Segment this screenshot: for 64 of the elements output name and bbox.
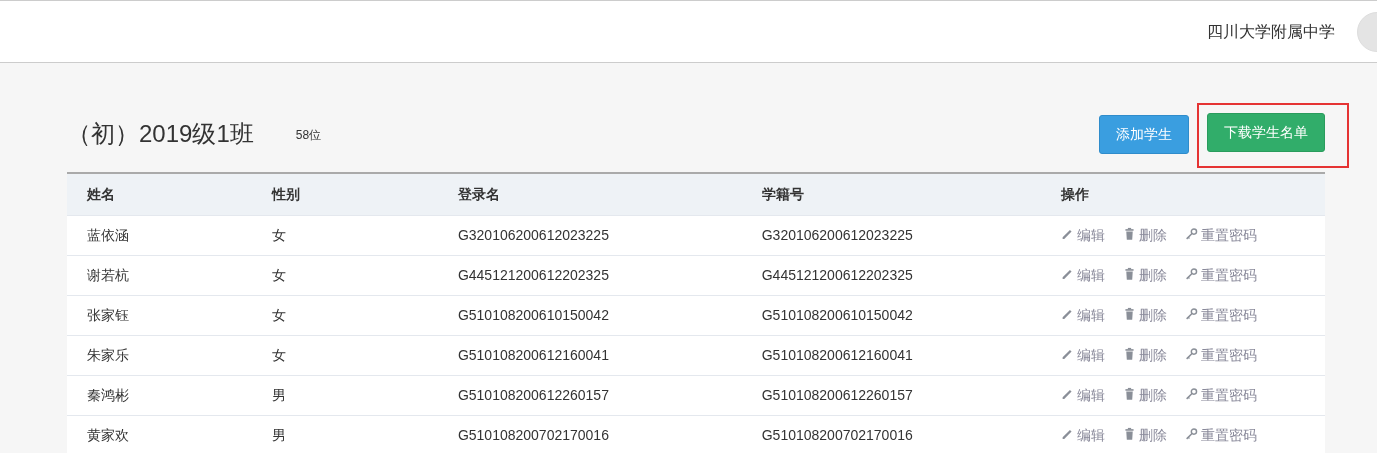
table-cell: 黄家欢 — [67, 415, 252, 453]
key-icon — [1185, 306, 1199, 321]
table-cell: 女 — [251, 215, 438, 255]
page-title: （初）2019级1班 — [67, 120, 254, 149]
delete-link[interactable]: 删除 — [1123, 426, 1168, 443]
trash-icon — [1123, 346, 1137, 361]
delete-link[interactable]: 删除 — [1123, 386, 1168, 403]
table-cell: G510108200702170016 — [437, 415, 742, 453]
table-cell: 男 — [251, 415, 438, 453]
key-icon — [1185, 386, 1199, 401]
delete-link[interactable]: 删除 — [1123, 306, 1168, 323]
edit-link[interactable]: 编辑 — [1061, 226, 1106, 243]
table-cell: G510108200702170016 — [741, 415, 1042, 453]
table-cell: G510108200610150042 — [741, 295, 1042, 335]
student-count: 58位 — [295, 126, 322, 144]
download-button[interactable]: 下载学生名单 — [1207, 113, 1325, 152]
delete-link[interactable]: 删除 — [1123, 226, 1168, 243]
table-cell: 谢若杭 — [67, 255, 252, 295]
trash-icon — [1123, 226, 1137, 241]
table-cell: 蓝依涵 — [67, 215, 252, 255]
edit-link[interactable]: 编辑 — [1061, 346, 1106, 363]
trash-icon — [1123, 426, 1137, 441]
column-header: 操作 — [1041, 173, 1325, 215]
table-cell: G510108200612160041 — [437, 335, 742, 375]
table-cell: 男 — [251, 375, 438, 415]
reset-password-link[interactable]: 重置密码 — [1185, 226, 1258, 243]
trash-icon — [1123, 266, 1137, 281]
table-cell: G445121200612202325 — [437, 255, 742, 295]
delete-link[interactable]: 删除 — [1123, 346, 1168, 363]
table-cell: 女 — [251, 255, 438, 295]
edit-link[interactable]: 编辑 — [1061, 386, 1106, 403]
edit-link[interactable]: 编辑 — [1061, 266, 1106, 283]
reset-password-link[interactable]: 重置密码 — [1185, 346, 1258, 363]
table-cell: G445121200612202325 — [741, 255, 1042, 295]
reset-password-link[interactable]: 重置密码 — [1185, 386, 1258, 403]
column-header: 登录名 — [437, 173, 742, 215]
add-button[interactable]: 添加学生 — [1099, 115, 1189, 154]
key-icon — [1185, 346, 1199, 361]
table-cell: G320106200612023225 — [741, 215, 1042, 255]
table-cell: G510108200610150042 — [437, 295, 742, 335]
reset-password-link[interactable]: 重置密码 — [1185, 306, 1258, 323]
delete-link[interactable]: 删除 — [1123, 266, 1168, 283]
key-icon — [1185, 426, 1199, 441]
trash-icon — [1123, 306, 1137, 321]
table-cell: 女 — [251, 295, 438, 335]
column-header: 性别 — [251, 173, 438, 215]
reset-password-link[interactable]: 重置密码 — [1185, 266, 1258, 283]
key-icon — [1185, 226, 1199, 241]
edit-link[interactable]: 编辑 — [1061, 306, 1106, 323]
reset-password-link[interactable]: 重置密码 — [1185, 426, 1258, 443]
table-cell: 张家钰 — [67, 295, 252, 335]
table-cell: G510108200612160041 — [741, 335, 1042, 375]
table-cell: G510108200612260157 — [741, 375, 1042, 415]
table-cell: G320106200612023225 — [437, 215, 742, 255]
table-cell: 女 — [251, 335, 438, 375]
table-cell: 朱家乐 — [67, 335, 252, 375]
column-header: 学籍号 — [741, 173, 1042, 215]
table-cell: G510108200612260157 — [437, 375, 742, 415]
school-name: 四川大学附属中学 — [1207, 21, 1335, 42]
column-header: 姓名 — [67, 173, 252, 215]
key-icon — [1185, 266, 1199, 281]
trash-icon — [1123, 386, 1137, 401]
edit-link[interactable]: 编辑 — [1061, 426, 1106, 443]
table-cell: 秦鸿彬 — [67, 375, 252, 415]
